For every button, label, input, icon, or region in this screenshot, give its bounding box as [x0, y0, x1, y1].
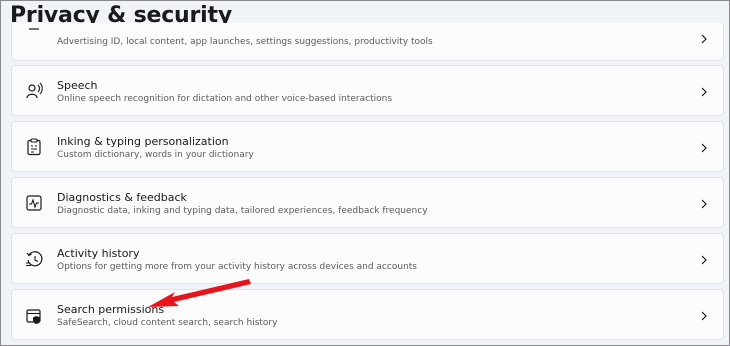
chevron-right-icon — [701, 143, 707, 153]
settings-item-title: Activity history — [57, 247, 140, 260]
settings-item-diagnostics[interactable]: Diagnostics & feedback Diagnostic data, … — [11, 177, 724, 228]
settings-item-subtitle: Options for getting more from your activ… — [57, 262, 417, 272]
chevron-right-icon — [701, 199, 707, 209]
settings-item-title: Inking & typing personalization — [57, 135, 229, 148]
settings-item-speech[interactable]: Speech Online speech recognition for dic… — [11, 65, 724, 116]
clipboard-icon — [25, 138, 43, 156]
settings-window: Privacy & security Advertising ID, local… — [0, 0, 730, 346]
privacy-icon — [25, 27, 43, 45]
settings-item-title: Speech — [57, 79, 98, 92]
chevron-right-icon — [701, 34, 707, 44]
settings-item-search-permissions[interactable]: Search permissions SafeSearch, cloud con… — [11, 289, 724, 340]
settings-item-subtitle: Online speech recognition for dictation … — [57, 94, 393, 104]
settings-item-title: Diagnostics & feedback — [57, 191, 187, 204]
chevron-right-icon — [701, 87, 707, 97]
speech-icon — [25, 82, 43, 100]
settings-item-activity-history[interactable]: Activity history Options for getting mor… — [11, 233, 724, 284]
search-permissions-icon — [25, 307, 43, 325]
settings-item-inking[interactable]: Inking & typing personalization Custom d… — [11, 121, 724, 172]
chevron-right-icon — [701, 311, 707, 321]
settings-item-subtitle: SafeSearch, cloud content search, search… — [57, 318, 278, 328]
settings-item-subtitle: Advertising ID, local content, app launc… — [57, 37, 433, 47]
settings-item-subtitle: Diagnostic data, inking and typing data,… — [57, 206, 428, 216]
settings-item-subtitle: Custom dictionary, words in your diction… — [57, 150, 254, 160]
history-icon — [25, 250, 43, 268]
chevron-right-icon — [701, 255, 707, 265]
settings-item-general[interactable]: Advertising ID, local content, app launc… — [11, 23, 724, 61]
diagnostics-icon — [25, 194, 43, 212]
settings-item-title: Search permissions — [57, 303, 165, 316]
